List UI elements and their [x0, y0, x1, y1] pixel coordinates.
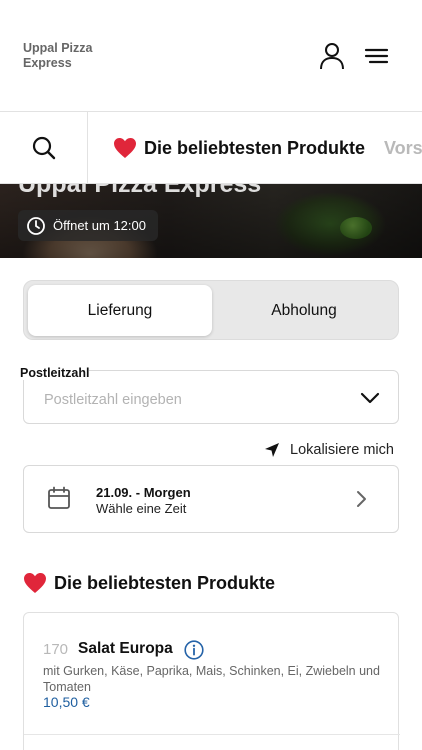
category-tab-label: Vors: [384, 137, 422, 158]
postal-code-input[interactable]: [44, 392, 344, 408]
brand-line-2: Express: [23, 56, 72, 70]
category-bar: Die beliebtesten Produkte Vors: [0, 112, 422, 184]
product-number: 170: [43, 641, 69, 658]
delivery-mode-toggle: Lieferung Abholung: [23, 280, 399, 340]
product-card[interactable]: 170 Salat Europa mit Gurken, Käse, Papri…: [23, 612, 400, 750]
section-title-popular: Die beliebtesten Produkte: [23, 570, 275, 596]
info-icon[interactable]: [184, 640, 204, 660]
hero-title: Uppal Pizza Express: [18, 184, 262, 198]
chevron-right-icon: [357, 491, 366, 507]
locate-me-label: Lokalisiere mich: [290, 442, 394, 458]
calendar-icon: [48, 486, 70, 509]
product-price: 10,50 €: [43, 694, 90, 710]
opening-hours-badge: Öffnet um 12:00: [18, 210, 158, 241]
category-tab-next[interactable]: Vors: [384, 112, 422, 183]
toggle-delivery-button[interactable]: Lieferung: [28, 285, 212, 336]
user-icon[interactable]: [318, 42, 346, 70]
clock-icon: [27, 216, 45, 235]
selected-date: 21.09. - Morgen: [96, 485, 191, 500]
hero-banner: Uppal Pizza Express Öffnet um 12:00: [0, 184, 422, 258]
product-description: mit Gurken, Käse, Paprika, Mais, Schinke…: [43, 664, 380, 694]
heart-icon: [24, 573, 46, 593]
toggle-pickup-button[interactable]: Abholung: [212, 285, 396, 336]
postal-code-label: Postleitzahl: [20, 366, 90, 380]
divider: [24, 734, 400, 735]
product-name: Salat Europa: [78, 640, 173, 657]
location-arrow-icon: [265, 443, 279, 457]
search-icon: [32, 136, 55, 160]
chevron-down-icon[interactable]: [360, 391, 380, 405]
brand-line-1: Uppal Pizza: [23, 41, 93, 55]
category-tab-popular[interactable]: Die beliebtesten Produkte: [113, 112, 366, 183]
delivery-time-selector[interactable]: 21.09. - Morgen Wähle eine Zeit: [23, 465, 399, 533]
section-title-text: Die beliebtesten Produkte: [54, 572, 276, 593]
heart-icon: [114, 138, 136, 158]
category-tab-label: Die beliebtesten Produkte: [144, 137, 366, 158]
choose-time-hint: Wähle eine Zeit: [96, 501, 187, 516]
hamburger-menu-icon[interactable]: [364, 44, 390, 68]
brand-logo[interactable]: Uppal Pizza Express: [23, 41, 92, 71]
category-search-button[interactable]: [0, 112, 88, 183]
opening-hours-text: Öffnet um 12:00: [53, 218, 146, 233]
locate-me-link[interactable]: Lokalisiere mich: [264, 440, 394, 460]
app-header: Uppal Pizza Express: [0, 0, 422, 112]
